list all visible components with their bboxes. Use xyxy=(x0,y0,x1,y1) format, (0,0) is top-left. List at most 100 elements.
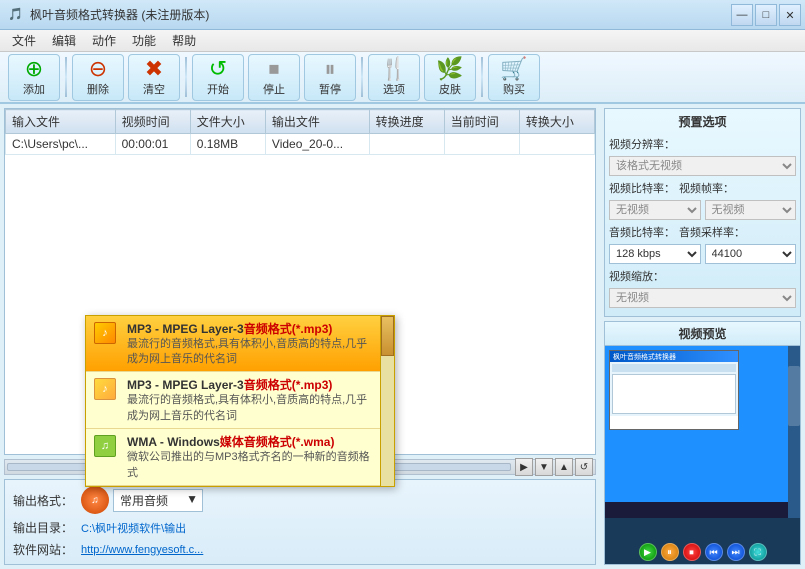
format-dropdown[interactable]: 常用音频 ▼ xyxy=(113,489,203,512)
maximize-button[interactable]: □ xyxy=(755,4,777,26)
minimize-button[interactable]: — xyxy=(731,4,753,26)
menu-function[interactable]: 功能 xyxy=(124,30,164,51)
preview-section: 视频预览 枫叶音频格式转换器 xyxy=(604,321,801,565)
buy-button[interactable]: 🛒 购买 xyxy=(488,54,540,101)
right-panel: 预置选项 视频分辨率： 该格式无视频 视频比特率： 视频帧率： 无视频 无视频 xyxy=(600,104,805,569)
dropdown-item-mp3-2[interactable]: ♪ MP3 - MPEG Layer-3音频格式(*.mp3) 最流行的音频格式… xyxy=(86,372,394,429)
wma-desc: 微软公司推出的与MP3格式齐名的一种新的音频格式 xyxy=(127,450,376,481)
video-bitrate-label: 视频比特率： xyxy=(609,180,675,196)
video-resolution-select[interactable]: 该格式无视频 xyxy=(609,156,796,176)
menubar: 文件 编辑 动作 功能 帮助 xyxy=(0,30,805,52)
audio-select-row: 128 kbps 44100 xyxy=(609,244,796,264)
mp3-2-title: MP3 - MPEG Layer-3音频格式(*.mp3) xyxy=(127,376,376,393)
pause-label: 暂停 xyxy=(319,81,341,97)
audio-bitrate-row: 音频比特率： 音频采样率： xyxy=(609,224,796,240)
delete-label: 删除 xyxy=(87,81,109,97)
cell-currenttime xyxy=(444,134,519,155)
scroll-down-arrow[interactable]: ▼ xyxy=(535,458,553,476)
menu-help[interactable]: 帮助 xyxy=(164,30,204,51)
dropdown-scrollbar[interactable] xyxy=(380,316,394,486)
clear-button[interactable]: ✖ 清空 xyxy=(128,54,180,101)
preview-fullscreen-button[interactable]: ⛶ xyxy=(749,543,767,561)
video-bitrate-fps-row: 视频比特率： 视频帧率： xyxy=(609,180,796,196)
add-label: 添加 xyxy=(23,81,45,97)
audio-samplerate-select[interactable]: 44100 xyxy=(705,244,797,264)
add-button[interactable]: ⊕ 添加 xyxy=(8,54,60,101)
website-row: 软件网站： http://www.fengyesoft.c... xyxy=(13,541,587,558)
preset-section: 预置选项 视频分辨率： 该格式无视频 视频比特率： 视频帧率： 无视频 无视频 xyxy=(604,108,801,317)
preset-title: 预置选项 xyxy=(609,113,796,130)
cell-filesize: 0.18MB xyxy=(190,134,265,155)
close-button[interactable]: ✕ xyxy=(779,4,801,26)
bottom-controls: 输出格式： ♫ 常用音频 ▼ 输出目录： C:\枫叶视频软件\输出 软件网站： … xyxy=(4,479,596,565)
dropdown-item-wma[interactable]: ♫ WMA - Windows媒体音频格式(*.wma) 微软公司推出的与MP3… xyxy=(86,429,394,486)
dropdown-scroll-thumb[interactable] xyxy=(381,316,394,356)
file-table: 输入文件 视频时间 文件大小 输出文件 转换进度 当前时间 转换大小 C:\Us… xyxy=(5,109,595,155)
preview-next-button[interactable]: ⏭ xyxy=(727,543,745,561)
col-convertsize: 转换大小 xyxy=(519,110,594,134)
menu-edit[interactable]: 编辑 xyxy=(44,30,84,51)
stop-icon: ⏹ xyxy=(268,58,279,80)
options-button[interactable]: 🍴 选项 xyxy=(368,54,420,101)
delete-icon: ⊖ xyxy=(89,58,107,80)
clear-label: 清空 xyxy=(143,81,165,97)
video-fps-label: 视频帧率： xyxy=(679,180,734,196)
dropdown-item-mp3-1[interactable]: ♪ MP3 - MPEG Layer-3音频格式(*.mp3) 最流行的音频格式… xyxy=(86,316,394,373)
app-title: 枫叶音频格式转换器 (未注册版本) xyxy=(30,6,209,23)
video-scale-select[interactable]: 无视频 xyxy=(609,288,796,308)
skin-icon: 🌿 xyxy=(436,58,463,80)
col-progress: 转换进度 xyxy=(369,110,444,134)
col-input: 输入文件 xyxy=(6,110,116,134)
cell-progress xyxy=(369,134,444,155)
buy-icon: 🛒 xyxy=(500,58,527,80)
video-bitrate-select[interactable]: 无视频 xyxy=(609,200,701,220)
start-button[interactable]: ↺ 开始 xyxy=(192,54,244,101)
add-icon: ⊕ xyxy=(25,58,43,80)
dir-value[interactable]: C:\枫叶视频软件\输出 xyxy=(81,520,186,536)
format-label: 输出格式： xyxy=(13,492,73,509)
dir-row: 输出目录： C:\枫叶视频软件\输出 xyxy=(13,519,587,536)
app-icon: 🎵 xyxy=(8,7,24,23)
scroll-up-arrow[interactable]: ▲ xyxy=(555,458,573,476)
preview-image: 枫叶音频格式转换器 xyxy=(605,346,800,540)
table-row[interactable]: C:\Users\pc\... 00:00:01 0.18MB Video_20… xyxy=(6,134,595,155)
video-scale-row: 视频缩放： xyxy=(609,268,796,284)
preview-prev-button[interactable]: ⏮ xyxy=(705,543,723,561)
titlebar: 🎵 枫叶音频格式转换器 (未注册版本) — □ ✕ xyxy=(0,0,805,30)
options-label: 选项 xyxy=(383,81,405,97)
website-label: 软件网站： xyxy=(13,541,73,558)
start-label: 开始 xyxy=(207,81,229,97)
format-row: 输出格式： ♫ 常用音频 ▼ xyxy=(13,486,587,514)
menu-file[interactable]: 文件 xyxy=(4,30,44,51)
clear-icon: ✖ xyxy=(145,58,163,80)
preview-play-button[interactable]: ▶ xyxy=(639,543,657,561)
col-currenttime: 当前时间 xyxy=(444,110,519,134)
pause-button[interactable]: ⏸ 暂停 xyxy=(304,54,356,101)
scroll-right-arrow[interactable]: ▶ xyxy=(515,458,533,476)
video-resolution-label: 视频分辨率： xyxy=(609,136,675,152)
dropdown-arrow-icon: ▼ xyxy=(186,492,198,506)
scroll-refresh-arrow[interactable]: ↺ xyxy=(575,458,593,476)
website-link[interactable]: http://www.fengyesoft.c... xyxy=(81,544,203,556)
preview-pause-button[interactable]: ⏸ xyxy=(661,543,679,561)
audio-bitrate-select[interactable]: 128 kbps xyxy=(609,244,701,264)
preview-controls: ▶ ⏸ ⏹ ⏮ ⏭ ⛶ xyxy=(605,540,800,564)
video-resolution-select-row: 该格式无视频 xyxy=(609,156,796,176)
mp3-1-desc: 最流行的音频格式,具有体积小,音质高的特点,几乎成为网上音乐的代名词 xyxy=(127,337,376,368)
cell-convertsize xyxy=(519,134,594,155)
stop-label: 停止 xyxy=(263,81,285,97)
col-duration: 视频时间 xyxy=(115,110,190,134)
preview-stop-button[interactable]: ⏹ xyxy=(683,543,701,561)
skin-label: 皮肤 xyxy=(439,81,461,97)
stop-button[interactable]: ⏹ 停止 xyxy=(248,54,300,101)
audio-bitrate-label: 音频比特率： xyxy=(609,224,675,240)
video-fps-select[interactable]: 无视频 xyxy=(705,200,797,220)
delete-button[interactable]: ⊖ 删除 xyxy=(72,54,124,101)
menu-action[interactable]: 动作 xyxy=(84,30,124,51)
col-filesize: 文件大小 xyxy=(190,110,265,134)
toolbar: ⊕ 添加 ⊖ 删除 ✖ 清空 ↺ 开始 ⏹ 停止 ⏸ 暂停 🍴 选项 🌿 皮肤 … xyxy=(0,52,805,104)
start-icon: ↺ xyxy=(209,58,227,80)
mp3-1-title: MP3 - MPEG Layer-3音频格式(*.mp3) xyxy=(127,320,376,337)
video-scale-select-row: 无视频 xyxy=(609,288,796,308)
skin-button[interactable]: 🌿 皮肤 xyxy=(424,54,476,101)
